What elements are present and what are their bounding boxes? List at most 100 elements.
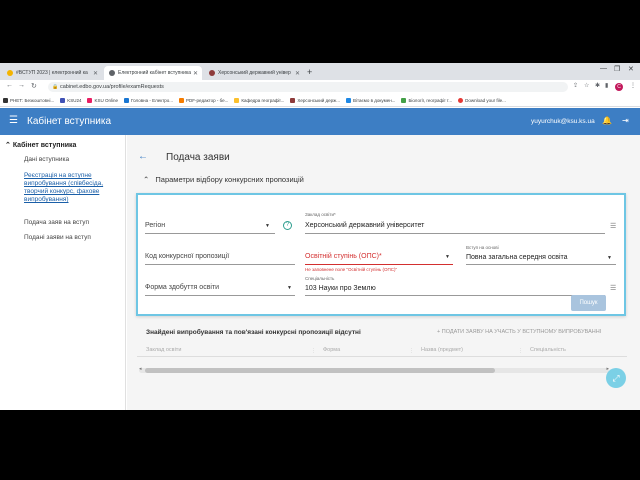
- user-email[interactable]: yuyurchuk@ksu.ks.ua: [531, 118, 595, 125]
- screen: #ВСТУП 2023 | електронний ка ✕ Електронн…: [0, 63, 640, 410]
- sidebar-item-submit-application[interactable]: Подача заяв на вступ: [24, 219, 124, 227]
- scrollbar-thumb[interactable]: [145, 368, 495, 373]
- program-code-input[interactable]: [145, 248, 295, 265]
- chevron-up-icon: ⌃: [143, 175, 150, 184]
- tab-favicon-icon: [7, 70, 13, 76]
- forward-icon[interactable]: →: [18, 82, 25, 89]
- new-tab-icon[interactable]: +: [307, 67, 312, 77]
- logout-icon[interactable]: ⇥: [622, 116, 629, 125]
- horizontal-scrollbar[interactable]: ◂ ▸: [139, 366, 609, 373]
- maximize-icon[interactable]: ❐: [614, 65, 620, 73]
- bookmark-item[interactable]: PDF-редактор - бе...: [179, 97, 228, 103]
- entry-basis-select[interactable]: [466, 243, 616, 265]
- bookmark-icon: [345, 97, 351, 103]
- apply-exam-label: ПОДАТИ ЗАЯВУ НА УЧАСТЬ У ВСТУПНОМУ ВИПРО…: [441, 329, 602, 335]
- bookmark-icon: [458, 97, 464, 103]
- section-title: Параметри відбору конкурсних пропозицій: [155, 175, 304, 184]
- close-icon[interactable]: ✕: [193, 70, 198, 77]
- watermark-line: Filmora: [24, 377, 60, 387]
- extensions-icon[interactable]: ✱: [595, 82, 600, 89]
- bookmark-icon: [87, 97, 93, 103]
- column-menu-icon[interactable]: ⋮: [518, 348, 523, 354]
- column-menu-icon[interactable]: ⋮: [311, 348, 316, 354]
- close-icon[interactable]: ✕: [295, 70, 300, 77]
- bookmark-item[interactable]: РНЕТ: Безкоштовні...: [3, 97, 55, 103]
- institution-field[interactable]: [305, 210, 605, 234]
- tab-favicon-icon: [109, 70, 115, 76]
- bookmark-item[interactable]: KSU Online: [87, 97, 118, 103]
- bookmark-star-icon[interactable]: ☆: [584, 82, 589, 89]
- bookmark-label: KSU Online: [94, 97, 118, 103]
- fullscreen-fab[interactable]: ⤢: [606, 368, 626, 388]
- help-icon[interactable]: ?: [283, 221, 292, 230]
- url-text: cabinet.edbo.gov.ua/profile/examRequests: [60, 84, 164, 90]
- bookmark-label: Біології, географії т...: [408, 97, 453, 103]
- watermark-line: Filmora: [24, 389, 73, 403]
- scroll-left-icon[interactable]: ◂: [139, 366, 142, 372]
- minimize-icon[interactable]: —: [600, 65, 607, 72]
- sidebar-item-submitted-applications[interactable]: Подані заяви на вступ: [24, 234, 124, 242]
- app-title: Кабінет вступника: [27, 116, 112, 127]
- column-menu-icon[interactable]: ⋮: [409, 348, 414, 354]
- window-close-icon[interactable]: ✕: [628, 65, 634, 73]
- tab-favicon-icon: [209, 70, 215, 76]
- search-button[interactable]: Пошук: [571, 295, 606, 311]
- share-icon[interactable]: ⇪: [573, 82, 578, 89]
- close-icon[interactable]: ✕: [93, 70, 98, 77]
- plus-icon: +: [437, 329, 441, 335]
- bookmark-item[interactable]: Вітаємо в докумен...: [345, 97, 396, 103]
- bookmark-item[interactable]: Головна - Електро...: [123, 97, 174, 103]
- sidebar-heading[interactable]: ⌃ Кабінет вступника: [5, 141, 76, 149]
- filter-panel: Регіон ▼ ? Заклад освіти* Херсонський де…: [136, 193, 626, 316]
- column-header-specialty[interactable]: Спеціальність: [530, 347, 566, 353]
- reload-icon[interactable]: ↻: [31, 82, 37, 90]
- expand-icon: ⤢: [612, 373, 620, 383]
- browser-tab-1[interactable]: #ВСТУП 2023 | електронний ка ✕: [2, 66, 102, 80]
- bookmark-label: Вітаємо в докумен...: [352, 97, 396, 103]
- bookmark-label: Херсонський держ...: [297, 97, 340, 103]
- bookmark-item[interactable]: Кафедра географії...: [234, 97, 284, 103]
- tab-label: Електронний кабінет вступника: [118, 70, 192, 76]
- browser-tab-3[interactable]: Херсонський державний універ ✕: [204, 66, 304, 80]
- column-header-subject[interactable]: Назва (предмет): [421, 347, 463, 353]
- study-form-select[interactable]: [145, 279, 295, 296]
- menu-kebab-icon[interactable]: ⋮: [630, 82, 636, 89]
- apply-exam-button[interactable]: + ПОДАТИ ЗАЯВУ НА УЧАСТЬ У ВСТУПНОМУ ВИП…: [437, 329, 601, 335]
- list-icon[interactable]: ☰: [610, 284, 616, 292]
- bookmark-label: Головна - Електро...: [130, 97, 174, 103]
- chevron-up-icon: ⌃: [5, 142, 11, 149]
- bookmark-icon: [123, 97, 129, 103]
- list-icon[interactable]: ☰: [610, 222, 616, 230]
- lock-icon: 🔒: [52, 84, 59, 90]
- bookmark-item[interactable]: Download your file...: [458, 97, 506, 103]
- filter-section-header[interactable]: ⌃ Параметри відбору конкурсних пропозиці…: [143, 175, 304, 184]
- column-header-form[interactable]: Форма: [323, 347, 340, 353]
- bookmarks-bar: РНЕТ: Безкоштовні... KSU24 KSU Online Го…: [0, 94, 640, 107]
- results-title: Знайдені випробування та пов'язані конку…: [146, 329, 361, 336]
- sidepanel-icon[interactable]: ▮: [605, 82, 608, 89]
- app-header: ☰ Кабінет вступника yuyurchuk@ksu.ks.ua …: [0, 108, 640, 135]
- tab-label: #ВСТУП 2023 | електронний ка: [16, 70, 88, 76]
- sidebar-item-exam-registration[interactable]: Реєстрація на вступне випробування (спів…: [24, 172, 124, 204]
- bookmark-label: KSU24: [67, 97, 82, 103]
- bookmark-item[interactable]: Біології, географії т...: [401, 97, 453, 103]
- tab-label: Херсонський державний універ: [218, 70, 291, 76]
- bookmark-label: РНЕТ: Безкоштовні...: [10, 97, 55, 103]
- bell-icon[interactable]: 🔔: [602, 116, 612, 125]
- profile-avatar[interactable]: C: [615, 83, 623, 91]
- hamburger-menu-icon[interactable]: ☰: [9, 115, 18, 126]
- main-content: ← Подача заяви ⌃ Параметри відбору конку…: [127, 135, 640, 410]
- degree-error-message: Не заповнене поле "Освітній ступінь (ОПС…: [305, 267, 398, 272]
- back-arrow-icon[interactable]: ←: [138, 151, 148, 162]
- bookmark-item[interactable]: Херсонський держ...: [290, 97, 340, 103]
- degree-select[interactable]: [305, 248, 453, 265]
- bookmark-label: Download your file...: [465, 97, 506, 103]
- bookmark-item[interactable]: KSU24: [60, 97, 82, 103]
- column-header-institution[interactable]: Заклад освіти: [146, 347, 181, 353]
- region-select[interactable]: [145, 217, 275, 234]
- url-field[interactable]: 🔒 cabinet.edbo.gov.ua/profile/examReques…: [48, 82, 568, 92]
- specialty-field[interactable]: [305, 274, 605, 296]
- back-icon[interactable]: ←: [6, 82, 13, 89]
- browser-tab-2[interactable]: Електронний кабінет вступника ✕: [104, 66, 202, 80]
- sidebar-item-applicant-data[interactable]: Дані вступника: [24, 156, 124, 164]
